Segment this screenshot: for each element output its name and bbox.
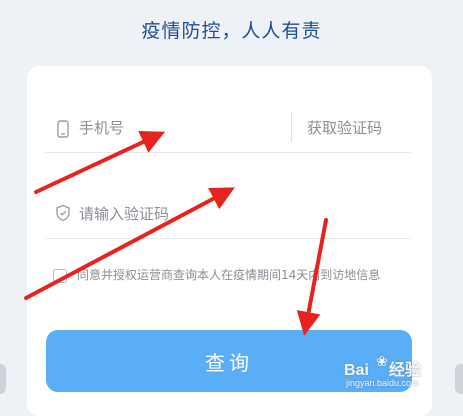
consent-text: 同意并授权运营商查询本人在疫情期间14天内到访地信息 [77, 268, 381, 282]
watermark-brand-left: Bai [344, 362, 369, 379]
page-title: 疫情防控，人人有责 [141, 20, 322, 42]
watermark-url: jingyan.baidu.com [346, 378, 419, 388]
watermark-brand-right: 经验 [388, 362, 421, 379]
verification-code-row [45, 190, 411, 239]
carousel-prev-edge [0, 364, 6, 394]
verification-code-input[interactable] [79, 202, 379, 226]
consent-checkbox[interactable] [53, 269, 67, 283]
phone-row: 获取验证码 [45, 106, 411, 153]
paw-icon: ❀ [376, 354, 388, 370]
phone-number-input[interactable] [79, 116, 279, 140]
divider [291, 112, 292, 142]
get-verification-code-button[interactable]: 获取验证码 [307, 117, 382, 138]
carousel-next-edge [455, 364, 463, 394]
phone-icon [55, 120, 71, 138]
shield-icon [55, 204, 71, 222]
watermark: Bai 经验 ❀ jingyan.baidu.com [340, 354, 440, 394]
